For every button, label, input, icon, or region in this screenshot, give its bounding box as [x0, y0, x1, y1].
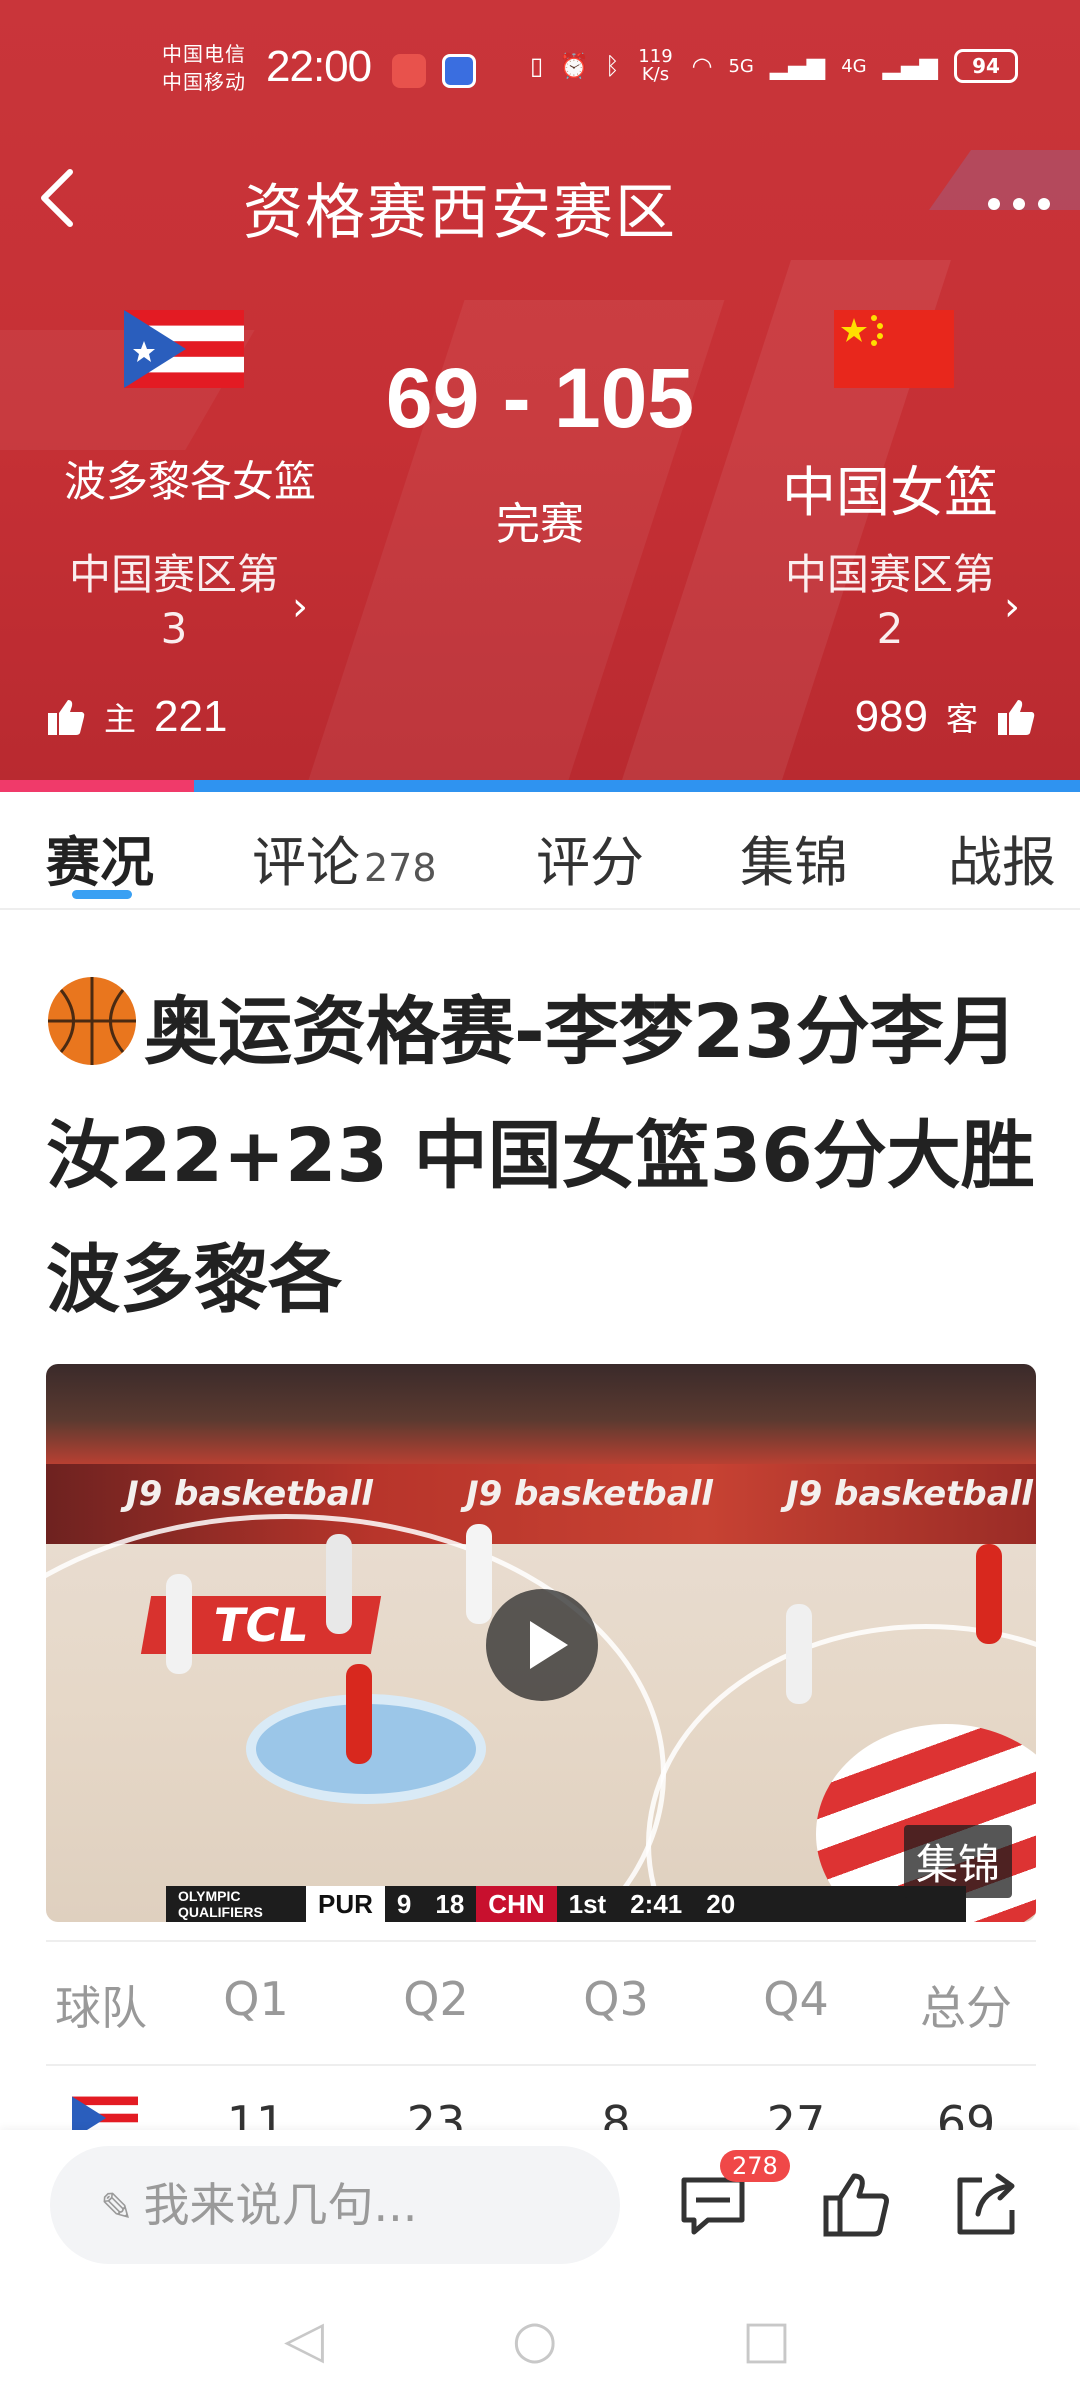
- carrier-2: 中国移动: [162, 70, 246, 94]
- signal-4g-icon: 4G: [841, 55, 867, 77]
- active-tab-indicator: [72, 890, 132, 899]
- quarter-score-table: 球队 Q1 Q2 Q3 Q4 总分 11 23 8 27 69: [46, 1940, 1036, 2130]
- status-icons: ▯ ⏰ ᛒ 119 K/s ◠ 5G ▂▄▆ 4G ▂▄▆ 94: [530, 48, 1018, 84]
- puerto-rico-flag-icon: [72, 2096, 138, 2130]
- home-like-button[interactable]: 主 221: [46, 692, 227, 742]
- play-icon[interactable]: [486, 1589, 598, 1701]
- thumbs-up-icon[interactable]: [822, 2170, 892, 2240]
- thumbs-up-icon: [48, 700, 85, 735]
- away-like-button[interactable]: 989 客: [855, 692, 1036, 742]
- away-team-rank[interactable]: 中国赛区第 2: [760, 548, 1020, 656]
- chevron-right-icon: ›: [292, 584, 308, 630]
- status-bar: 中国电信 中国移动 22:00 ▯ ⏰ ᛒ 119 K/s ◠ 5G ▂▄▆ 4G…: [0, 0, 1080, 140]
- highlights-tag: 集锦: [903, 1825, 1012, 1898]
- player: [466, 1524, 492, 1624]
- player: [786, 1604, 812, 1704]
- share-icon[interactable]: [952, 2170, 1022, 2240]
- match-header: 中国电信 中国移动 22:00 ▯ ⏰ ᛒ 119 K/s ◠ 5G ▂▄▆ 4G…: [0, 0, 1080, 780]
- clock: 22:00: [266, 42, 372, 91]
- match-status: 完赛: [496, 499, 584, 550]
- notification-app-icon: [442, 54, 476, 88]
- ad-logo: J9 basketball: [126, 1474, 373, 1514]
- puerto-rico-flag-icon[interactable]: [124, 310, 244, 388]
- player: [326, 1534, 352, 1634]
- signal-5g-icon: 5G: [728, 55, 754, 77]
- table-row: 11 23 8 27 69: [46, 2064, 1036, 2130]
- bluetooth-icon: ᛒ: [605, 52, 620, 80]
- player: [976, 1544, 1002, 1644]
- player: [166, 1574, 192, 1674]
- tab-ratings[interactable]: 评分: [536, 818, 644, 897]
- home-nav-icon[interactable]: ○: [512, 2310, 557, 2370]
- carrier-labels: 中国电信 中国移动: [162, 40, 246, 96]
- page: 中国电信 中国移动 22:00 ▯ ⏰ ᛒ 119 K/s ◠ 5G ▂▄▆ 4G…: [0, 0, 1080, 2400]
- more-options-icon[interactable]: [986, 168, 1052, 226]
- tab-highlights[interactable]: 集锦: [740, 818, 848, 897]
- ad-logo: J9 basketball: [466, 1474, 713, 1514]
- highlight-video-player[interactable]: J9 basketball J9 basketball J9 basketbal…: [46, 1364, 1036, 1922]
- battery-icon: 94: [954, 49, 1018, 83]
- home-likes-count: 221: [154, 692, 228, 741]
- recents-nav-icon[interactable]: □: [742, 2310, 791, 2370]
- comments-count: 278: [364, 846, 437, 890]
- tab-comments[interactable]: 评论 278: [252, 818, 437, 897]
- back-nav-icon[interactable]: ◁: [284, 2310, 324, 2370]
- tab-report[interactable]: 战报: [948, 818, 1056, 897]
- player: [346, 1664, 372, 1764]
- system-navigation-bar: ◁ ○ □: [0, 2270, 1080, 2400]
- page-title: 资格赛西安赛区: [243, 178, 677, 248]
- ad-logo: J9 basketball: [786, 1474, 1033, 1514]
- away-team-name[interactable]: 中国女篮: [740, 448, 1040, 527]
- tab-bar: 赛况 评论 278 评分 集锦 战报: [0, 792, 1080, 910]
- pencil-icon: ✎: [100, 2185, 134, 2231]
- basketball-icon: [48, 977, 136, 1065]
- comment-input[interactable]: ✎ 我来说几句...: [50, 2146, 620, 2264]
- alarm-icon: ⏰: [559, 52, 590, 80]
- away-likes-count: 989: [854, 692, 928, 741]
- article-headline[interactable]: 奥运资格赛-李梦23分李月汝22+23 中国女篮36分大胜波多黎各: [46, 970, 1046, 1342]
- wifi-icon: ◠: [691, 52, 713, 80]
- network-speed: 119 K/s: [638, 46, 673, 85]
- home-likes-label: 主: [104, 701, 137, 737]
- comments-badge: 278: [720, 2150, 790, 2182]
- signal-bars-icon: ▂▄▆: [769, 52, 826, 80]
- thumbs-up-icon: [998, 700, 1035, 735]
- home-team-name[interactable]: 波多黎各女篮: [40, 448, 340, 509]
- home-team-rank[interactable]: 中国赛区第 3: [44, 548, 304, 656]
- notification-app-icon: [392, 54, 426, 88]
- nfc-icon: ▯: [529, 52, 544, 80]
- chevron-right-icon: ›: [1004, 584, 1020, 630]
- tab-live[interactable]: 赛况: [46, 818, 154, 897]
- nav-bar: 资格赛西安赛区: [0, 150, 1080, 250]
- home-support-fill: [0, 780, 195, 792]
- comment-action-bar: ✎ 我来说几句... 278: [0, 2130, 1080, 2270]
- broadcast-scorebug: OLYMPIC QUALIFIERS PUR 9 18 CHN 1st 2:41…: [166, 1886, 966, 1922]
- support-ratio-bar: [0, 780, 1080, 792]
- away-likes-label: 客: [945, 701, 978, 737]
- signal-bars-icon: ▂▄▆: [882, 52, 938, 80]
- carrier-1: 中国电信: [162, 42, 246, 66]
- match-score: 69 - 105: [385, 351, 695, 445]
- quarter-table-header: 球队 Q1 Q2 Q3 Q4 总分: [55, 1972, 1012, 2035]
- china-flag-icon[interactable]: [834, 310, 954, 388]
